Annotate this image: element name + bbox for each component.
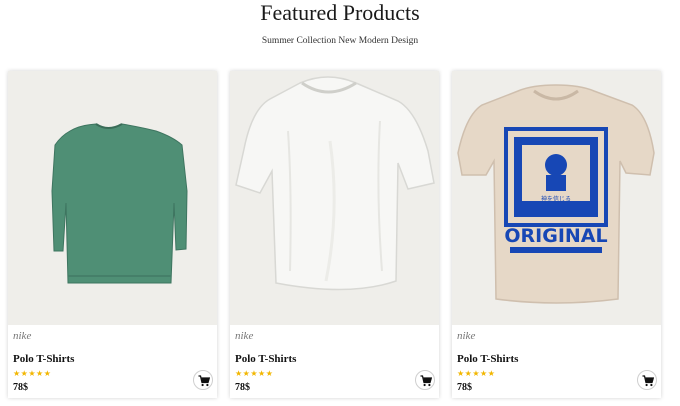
beige-original-print-t-shirt-image: 神を信じる ORIGINAL [457, 84, 655, 304]
product-card[interactable]: nike Polo T-Shirts ★★★★★ 78$ [8, 71, 217, 398]
green-long-sleeve-shirt-image [51, 123, 188, 284]
cart-icon [420, 375, 432, 387]
rating-stars: ★★★★★ [235, 369, 274, 378]
add-to-cart-button[interactable] [415, 370, 435, 390]
product-image[interactable] [230, 71, 439, 325]
product-brand: nike [13, 330, 32, 342]
section-title: Featured Products [260, 0, 420, 25]
product-brand: nike [235, 330, 254, 342]
product-card[interactable]: nike Polo T-Shirts ★★★★★ 78$ [230, 71, 439, 398]
add-to-cart-button[interactable] [193, 370, 213, 390]
product-name[interactable]: Polo T-Shirts [13, 353, 74, 365]
product-name[interactable]: Polo T-Shirts [457, 353, 518, 365]
white-t-shirt-image [235, 76, 435, 291]
section-subtitle: Summer Collection New Modern Design [261, 36, 419, 46]
rating-stars: ★★★★★ [457, 369, 496, 378]
product-card[interactable]: 神を信じる ORIGINAL nike Polo T-Shirts ★★★★★ … [452, 71, 661, 398]
product-brand: nike [457, 330, 476, 342]
cart-icon [642, 375, 654, 387]
product-price: 78$ [13, 382, 28, 393]
svg-text:神を信じる: 神を信じる [541, 195, 571, 203]
product-image[interactable] [8, 71, 217, 325]
product-name[interactable]: Polo T-Shirts [235, 353, 296, 365]
original-print-text: ORIGINAL [504, 225, 607, 247]
rating-stars: ★★★★★ [13, 369, 52, 378]
product-image[interactable]: 神を信じる ORIGINAL [452, 71, 661, 325]
cart-icon [198, 375, 210, 387]
add-to-cart-button[interactable] [637, 370, 657, 390]
featured-products-page: Featured Products Summer Collection New … [0, 0, 680, 406]
product-price: 78$ [235, 382, 250, 393]
product-price: 78$ [457, 382, 472, 393]
